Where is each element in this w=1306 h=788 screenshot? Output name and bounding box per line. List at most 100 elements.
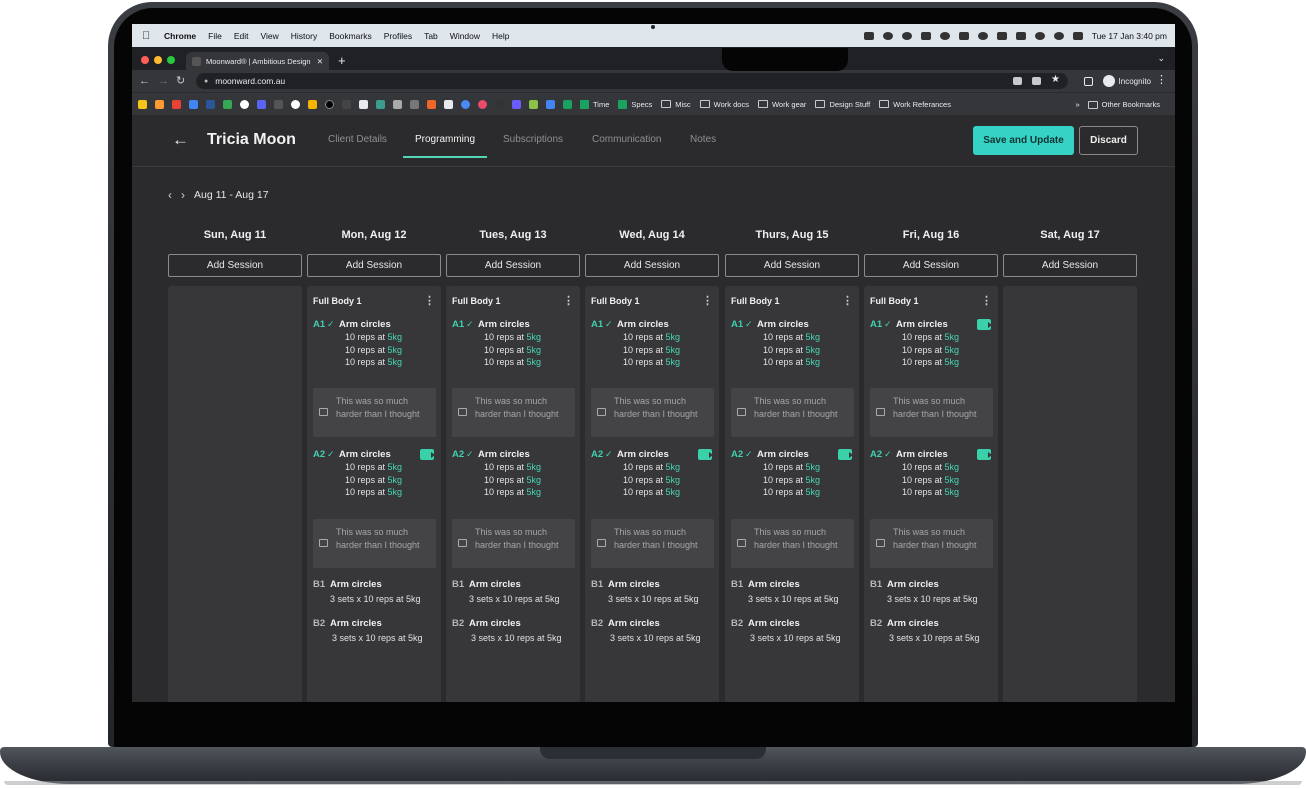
menu-help[interactable]: Help — [492, 31, 509, 41]
eye-off-icon[interactable] — [1032, 77, 1041, 85]
exercise-group[interactable]: A1 ✓ Arm circles 10 reps at 5kg 10 reps at 5… — [452, 318, 574, 369]
session-title[interactable]: Full Body 1 — [870, 296, 919, 306]
chevron-right-icon[interactable]: › — [181, 188, 185, 202]
bookmark-icon[interactable] — [529, 99, 538, 109]
kebab-menu-icon[interactable]: ⋮ — [842, 294, 853, 307]
exercise-group[interactable]: B2 Arm circles 3 sets x 10 reps at 5kg — [870, 617, 992, 645]
bookmark-icon[interactable] — [376, 99, 385, 109]
client-comment[interactable]: This was so much harder than I thought — [731, 388, 854, 437]
client-comment[interactable]: This was so much harder than I thought — [870, 388, 993, 437]
tab-search-chevron-icon[interactable]: ⌄ — [1157, 53, 1165, 64]
kebab-menu-icon[interactable]: ⋮ — [702, 294, 713, 307]
add-session-button[interactable]: Add Session — [1003, 254, 1137, 277]
spotlight-icon[interactable] — [1053, 31, 1064, 40]
menu-window[interactable]: Window — [450, 31, 480, 41]
incognito-indicator[interactable]: Incognito — [1083, 74, 1151, 88]
exercise-name[interactable]: Arm circles — [478, 318, 530, 331]
exercise-group[interactable]: A2 ✓ Arm circles 10 reps at 5kg 10 reps at 5… — [452, 448, 574, 499]
wifi-icon[interactable] — [1034, 31, 1045, 40]
bookmark-icon[interactable] — [274, 99, 283, 109]
bookmark-icon[interactable] — [325, 99, 334, 109]
exercise-group[interactable]: B1 Arm circles 3 sets x 10 reps at 5kg — [731, 578, 853, 606]
exercise-group[interactable]: B1 Arm circles 3 sets x 10 reps at 5kg — [591, 578, 713, 606]
address-bar[interactable]: ● moonward.com.au ★ — [196, 73, 1068, 89]
bookmark-folder-other[interactable]: Other Bookmarks — [1087, 100, 1160, 109]
exercise-group[interactable]: B2 Arm circles 3 sets x 10 reps at 5kg — [313, 617, 435, 645]
video-icon[interactable] — [977, 449, 992, 460]
bookmark-icon[interactable] — [257, 99, 266, 109]
add-session-button[interactable]: Add Session — [307, 254, 441, 277]
minimize-window-button[interactable] — [154, 56, 162, 64]
client-comment[interactable]: This was so much harder than I thought — [591, 519, 714, 568]
more-bookmarks-chevron-icon[interactable]: » — [1075, 100, 1079, 109]
bookmark-icon[interactable] — [342, 99, 351, 109]
exercise-name[interactable]: Arm circles — [748, 617, 800, 630]
side-panel-icon[interactable] — [1083, 76, 1093, 86]
save-and-update-button[interactable]: Save and Update — [973, 126, 1074, 155]
bookmark-icon[interactable] — [495, 99, 504, 109]
menu-bookmarks[interactable]: Bookmarks — [329, 31, 372, 41]
tab-subscriptions[interactable]: Subscriptions — [503, 134, 563, 145]
video-icon[interactable] — [838, 449, 853, 460]
battery-icon[interactable] — [1015, 31, 1026, 40]
new-tab-button[interactable]: + — [338, 52, 346, 70]
exercise-name[interactable]: Arm circles — [887, 617, 939, 630]
exercise-name[interactable]: Arm circles — [617, 318, 669, 331]
tab-programming[interactable]: Programming — [415, 134, 475, 145]
control-center-icon[interactable] — [1072, 31, 1083, 40]
exercise-name[interactable]: Arm circles — [757, 318, 809, 331]
exercise-name[interactable]: Arm circles — [330, 578, 382, 591]
exercise-name[interactable]: Arm circles — [887, 578, 939, 591]
session-title[interactable]: Full Body 1 — [452, 296, 501, 306]
status-icon[interactable] — [920, 31, 931, 40]
exercise-name[interactable]: Arm circles — [339, 318, 391, 331]
exercise-group[interactable]: A2 ✓ Arm circles 10 reps at 5kg 10 reps at 5… — [591, 448, 713, 499]
add-session-button[interactable]: Add Session — [585, 254, 719, 277]
add-session-button[interactable]: Add Session — [446, 254, 580, 277]
client-comment[interactable]: This was so much harder than I thought — [591, 388, 714, 437]
sheets-icon[interactable] — [563, 99, 572, 109]
bookmark-folder-work-docs[interactable]: Work docs — [699, 100, 749, 109]
bookmark-folder-work-gear[interactable]: Work gear — [757, 100, 806, 109]
tab-notes[interactable]: Notes — [690, 134, 716, 145]
status-icon[interactable] — [958, 31, 969, 40]
bookmark-icon[interactable] — [478, 99, 487, 109]
client-comment[interactable]: This was so much harder than I thought — [731, 519, 854, 568]
exercise-name[interactable]: Arm circles — [896, 318, 948, 331]
gmail-icon[interactable] — [172, 99, 181, 109]
zoom-window-button[interactable] — [167, 56, 175, 64]
bookmark-icon[interactable] — [427, 99, 436, 109]
bookmark-folder-design-stuff[interactable]: Design Stuff — [815, 100, 870, 109]
exercise-group[interactable]: B2 Arm circles 3 sets x 10 reps at 5kg — [452, 617, 574, 645]
exercise-name[interactable]: Arm circles — [896, 448, 948, 461]
exercise-name[interactable]: Arm circles — [469, 578, 521, 591]
bookmark-icon[interactable] — [410, 99, 419, 109]
exercise-group[interactable]: B1 Arm circles 3 sets x 10 reps at 5kg — [870, 578, 992, 606]
exercise-group[interactable]: A1 ✓ Arm circles 10 reps at 5kg 10 reps at 5… — [870, 318, 992, 369]
client-comment[interactable]: This was so much harder than I thought — [870, 519, 993, 568]
client-comment[interactable]: This was so much harder than I thought — [313, 388, 436, 437]
session-title[interactable]: Full Body 1 — [591, 296, 640, 306]
bookmark-icon[interactable] — [393, 99, 402, 109]
exercise-group[interactable]: B2 Arm circles 3 sets x 10 reps at 5kg — [591, 617, 713, 645]
add-session-button[interactable]: Add Session — [864, 254, 998, 277]
add-session-button[interactable]: Add Session — [168, 254, 302, 277]
back-nav-icon[interactable]: ← — [139, 74, 150, 88]
bookmark-icon[interactable] — [138, 99, 147, 109]
tab-client-details[interactable]: Client Details — [328, 134, 387, 145]
status-icon[interactable] — [996, 31, 1007, 40]
status-icon[interactable] — [882, 31, 893, 40]
status-icon[interactable] — [863, 31, 874, 40]
add-session-button[interactable]: Add Session — [725, 254, 859, 277]
bookmark-icon[interactable] — [223, 99, 232, 109]
bookmark-icon[interactable] — [155, 99, 164, 109]
bookmark-time[interactable]: Time — [580, 99, 609, 109]
video-icon[interactable] — [977, 319, 992, 330]
exercise-group[interactable]: A1 ✓ Arm circles 10 reps at 5kg 10 reps at 5… — [591, 318, 713, 369]
bookmark-icon[interactable] — [240, 99, 249, 109]
qr-icon[interactable] — [1013, 77, 1022, 85]
reload-icon[interactable]: ↻ — [176, 74, 185, 88]
kebab-menu-icon[interactable]: ⋮ — [563, 294, 574, 307]
bookmark-folder-misc[interactable]: Misc — [661, 100, 691, 109]
arrow-left-icon[interactable]: ← — [172, 129, 189, 151]
